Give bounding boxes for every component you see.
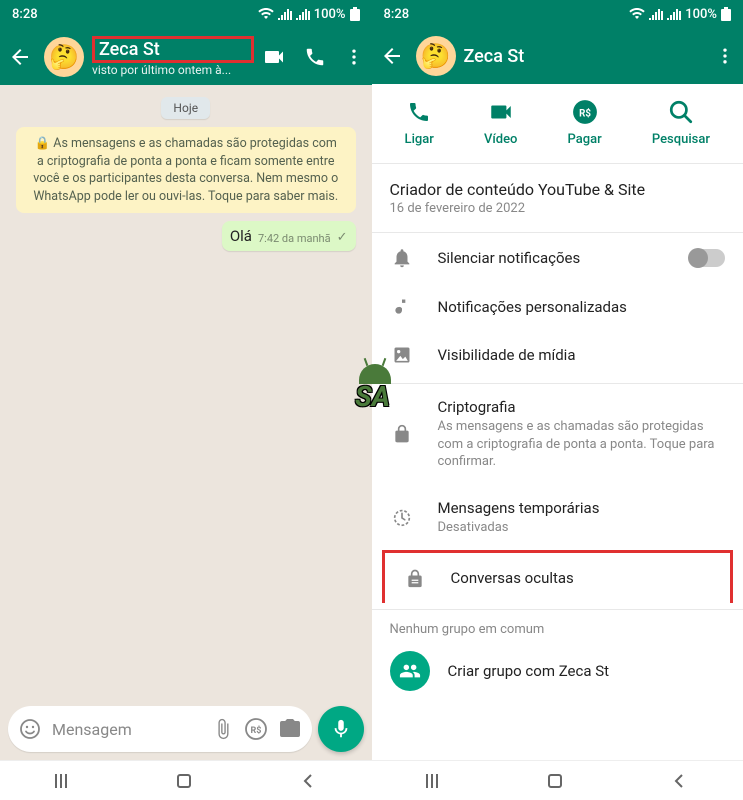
status-bar: 8:28 100% [372,0,743,28]
more-icon[interactable] [715,46,735,66]
svg-text:R$: R$ [579,108,591,119]
chat-lock-icon [403,567,427,589]
svg-text:R$: R$ [250,725,261,736]
groups-section-label: Nenhum grupo em comum [372,610,743,641]
back-nav-button[interactable] [301,773,317,789]
date-label: Hoje [161,97,210,119]
video-call-icon[interactable] [262,45,286,69]
about-text: Criador de conteúdo YouTube & Site [390,180,726,199]
about-date: 16 de fevereiro de 2022 [390,201,726,216]
image-icon [390,345,414,365]
recents-button[interactable] [55,774,67,788]
outgoing-message[interactable]: Olá 7:42 da manhã ✓ [222,221,356,251]
message-input[interactable]: Mensagem R$ [8,706,312,752]
emoji-icon[interactable] [18,717,42,741]
back-button[interactable] [376,40,408,72]
system-nav-bar [0,760,372,800]
contact-title-block[interactable]: Zeca St visto por último ontem à... [92,36,254,77]
setting-disappearing[interactable]: Mensagens temporárias Desativadas [372,485,743,551]
delivered-check-icon: ✓ [337,230,348,245]
action-search[interactable]: Pesquisar [652,98,710,147]
create-group-row[interactable]: Criar grupo com Zeca St [372,641,743,701]
setting-hidden-chats[interactable]: Conversas ocultas [382,550,734,603]
profile-app-bar: 🤔 Zeca St [372,28,743,84]
status-time: 8:28 [384,7,410,22]
watermark-badge: SA [355,380,390,413]
system-nav-bar [372,760,743,800]
message-input-bar: Mensagem R$ [0,700,372,760]
contact-avatar[interactable]: 🤔 [44,37,84,77]
attach-icon[interactable] [212,718,234,740]
mute-toggle[interactable] [689,249,725,267]
status-time: 8:28 [12,7,38,22]
action-video[interactable]: Vídeo [484,98,517,147]
message-text: Olá [230,227,252,245]
timer-icon [390,506,414,528]
settings-list: Silenciar notificações Notificações pers… [372,233,743,603]
last-seen: visto por último ontem à... [92,63,254,77]
payment-icon[interactable]: R$ [244,717,268,741]
camera-icon[interactable] [278,717,302,741]
group-icon [390,651,430,691]
home-button[interactable] [177,774,191,788]
recents-button[interactable] [426,774,438,788]
mic-button[interactable] [318,706,364,752]
back-button[interactable] [4,41,36,73]
encryption-notice[interactable]: 🔒 As mensagens e as chamadas são protegi… [16,127,356,213]
status-bar: 8:28 100% [0,0,372,28]
setting-media-visibility[interactable]: Visibilidade de mídia [372,331,743,384]
status-indicators: 100% [258,7,360,22]
setting-mute[interactable]: Silenciar notificações [372,233,743,283]
about-section[interactable]: Criador de conteúdo YouTube & Site 16 de… [372,164,743,233]
profile-actions: Ligar Vídeo R$ Pagar Pesquisar [372,84,743,164]
bell-icon [390,247,414,269]
home-button[interactable] [548,774,562,788]
lock-icon [390,424,414,444]
more-icon[interactable] [344,47,364,67]
contact-name: Zeca St [92,36,254,63]
message-time: 7:42 da manhã [258,232,331,245]
chat-app-bar: 🤔 Zeca St visto por último ontem à... [0,28,372,85]
create-group-label: Criar grupo com Zeca St [448,662,610,680]
action-call[interactable]: Ligar [405,98,434,147]
action-pay[interactable]: R$ Pagar [568,98,602,147]
setting-custom-notifications[interactable]: Notificações personalizadas [372,283,743,331]
contact-avatar[interactable]: 🤔 [416,36,456,76]
battery-percent: 100% [314,7,346,22]
input-placeholder: Mensagem [52,720,202,739]
note-icon [390,297,414,317]
voice-call-icon[interactable] [304,46,326,68]
contact-name: Zeca St [464,46,708,67]
back-nav-button[interactable] [672,773,688,789]
battery-percent: 100% [685,7,717,22]
chat-body[interactable]: Hoje 🔒 As mensagens e as chamadas são pr… [0,85,372,700]
setting-encryption[interactable]: Criptografia As mensagens e as chamadas … [372,384,743,485]
status-indicators: 100% [629,7,731,22]
